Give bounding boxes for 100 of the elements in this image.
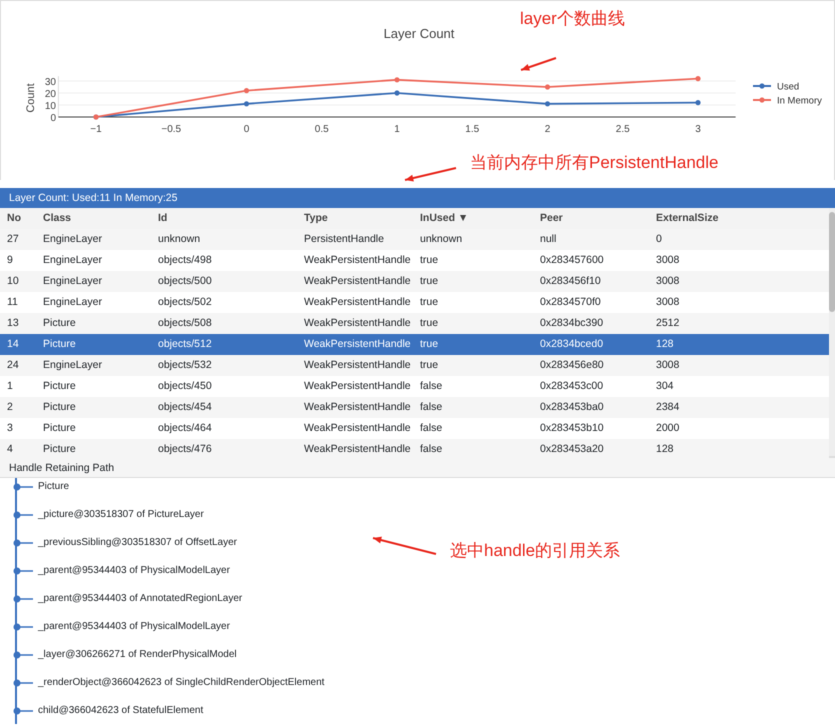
table-row[interactable]: 3 Picture objects/464 WeakPersistentHandle false 0x283453b10 2000	[0, 418, 829, 439]
table-cell-text: Picture	[43, 420, 77, 436]
table-cell-text: WeakPersistentHandle	[304, 442, 412, 457]
table-cell-text: EngineLayer	[43, 232, 103, 247]
column-header[interactable]: Id	[158, 210, 304, 226]
table-cell-text: WeakPersistentHandle	[304, 358, 412, 373]
table-row[interactable]: 9 EngineLayer objects/498 WeakPersistentHandle true 0x283457600 3008	[0, 250, 829, 271]
table-cell-text: 2	[7, 400, 14, 415]
table-cell-text: unknown	[420, 232, 464, 247]
table-cell-text: 0x283453c00	[540, 378, 604, 394]
table-cell-text: objects/502	[158, 294, 213, 310]
path-item[interactable]: _parent@95344403 of AnnotatedRegionLayer	[38, 593, 242, 604]
path-item[interactable]: _parent@95344403 of PhysicalModelLayer	[38, 621, 230, 632]
path-item[interactable]: child@366042623 of StatefulElement	[38, 705, 204, 716]
table-cell-text: 14	[7, 336, 20, 352]
annotation-text: 选中handle的引用关系	[450, 540, 620, 562]
table-cell-text: objects/464	[158, 420, 213, 436]
table-cell-text: 128	[656, 442, 675, 457]
scrollbar[interactable]	[829, 208, 835, 456]
y-tick-label: 0	[50, 113, 56, 124]
table-cell-text: 2000	[656, 420, 680, 436]
path-item[interactable]: _layer@306266271 of RenderPhysicalModel	[38, 649, 237, 660]
table-row[interactable]: 4 Picture objects/476 WeakPersistentHandle false 0x283453a20 128	[0, 439, 829, 460]
table-cell-text: 0x283456e80	[540, 358, 605, 373]
data-point	[695, 76, 701, 82]
table-cell-text: 3008	[656, 294, 680, 310]
table-cell-text: false	[420, 378, 444, 394]
table-cell-text: Picture	[43, 442, 77, 457]
table-cell-text: 3008	[656, 358, 680, 373]
table-cell-text: 0x2834bc390	[540, 316, 604, 331]
table-cell-text: false	[420, 420, 444, 436]
table-cell-text: 0x283453ba0	[540, 400, 605, 415]
data-point	[544, 84, 550, 90]
column-header[interactable]: Class	[43, 210, 158, 226]
table-cell-text: 13	[7, 316, 20, 331]
table-row[interactable]: 1 Picture objects/450 WeakPersistentHandle false 0x283453c00 304	[0, 376, 829, 397]
table-cell-text: objects/450	[158, 378, 213, 394]
table-cell-text: true	[420, 252, 440, 268]
table-cell-text: objects/512	[158, 336, 213, 352]
table-cell-text: WeakPersistentHandle	[304, 252, 412, 268]
table-cell-text: null	[540, 232, 558, 247]
table-row[interactable]: 13 Picture objects/508 WeakPersistentHandle true 0x2834bc390 2512	[0, 313, 829, 334]
table-row[interactable]: 11 EngineLayer objects/502 WeakPersistentHandle true 0x2834570f0 3008	[0, 292, 829, 313]
x-tick-label: 0.5	[314, 124, 329, 135]
table-row[interactable]: 2 Picture objects/454 WeakPersistentHandle false 0x283453ba0 2384	[0, 397, 829, 418]
legend-marker	[753, 83, 771, 89]
table-cell-text: 9	[7, 252, 14, 268]
table-cell-text: objects/476	[158, 442, 213, 457]
y-axis	[58, 76, 59, 118]
table-cell-text: objects/508	[158, 316, 213, 331]
table-cell-text: 0x283456f10	[540, 274, 602, 289]
y-tick-label: 10	[44, 101, 56, 112]
table-cell-text: 0x283453b10	[540, 420, 605, 436]
column-header[interactable]: InUsed ▼	[420, 210, 540, 226]
annotation-text: 当前内存中所有PersistentHandle	[470, 152, 718, 174]
data-point	[244, 101, 250, 106]
x-tick-label: 3	[695, 124, 701, 135]
table-cell-text: WeakPersistentHandle	[304, 316, 412, 331]
table-cell-text: Picture	[43, 316, 77, 331]
table-cell-text: EngineLayer	[43, 294, 103, 310]
table-cell-text: 0x283453a20	[540, 442, 605, 457]
table-cell-text: EngineLayer	[43, 252, 103, 268]
x-tick-label: −0.5	[161, 124, 182, 135]
table-cell-text: 304	[656, 378, 675, 394]
table-row[interactable]: 10 EngineLayer objects/500 WeakPersistentHandle true 0x283456f10 3008	[0, 271, 829, 292]
column-header[interactable]: No	[7, 210, 43, 226]
y-tick-label: 20	[44, 89, 56, 100]
table-cell-text: 10	[7, 274, 20, 289]
path-item[interactable]: _renderObject@366042623 of SingleChildRenderObjectElement	[38, 677, 324, 688]
table-cell-text: 11	[7, 294, 19, 310]
column-header[interactable]: Peer	[540, 210, 656, 226]
path-item[interactable]: _previousSibling@303518307 of OffsetLayer	[38, 537, 237, 548]
legend-label: Used	[777, 82, 800, 92]
x-tick-label: 1	[394, 124, 400, 135]
table-cell-text: Picture	[43, 378, 77, 394]
x-tick-label: 2.5	[616, 124, 630, 135]
x-tick-label: 2	[544, 124, 550, 135]
table-cell-text: 0x2834bced0	[540, 336, 604, 352]
path-item[interactable]: _parent@95344403 of PhysicalModelLayer	[38, 565, 230, 576]
table-row[interactable]: 14 Picture objects/512 WeakPersistentHandle true 0x2834bced0 128	[0, 334, 829, 355]
y-tick-label: 30	[44, 77, 56, 88]
table-cell-text: 27	[7, 232, 20, 247]
table-cell-text: 2512	[656, 316, 680, 331]
table-row[interactable]: 24 EngineLayer objects/532 WeakPersistentHandle true 0x283456e80 3008	[0, 355, 829, 376]
table-cell-text: 128	[656, 336, 675, 352]
path-item[interactable]: _picture@303518307 of PictureLayer	[38, 509, 204, 520]
column-header[interactable]: ExternalSize	[656, 210, 829, 226]
table-cell-text: objects/498	[158, 252, 213, 268]
annotation-text: layer个数曲线	[520, 8, 625, 30]
column-header[interactable]: Type	[304, 210, 420, 226]
table-cell-text: true	[420, 316, 440, 331]
table-cell-text: true	[420, 294, 440, 310]
y-axis-label: Count	[25, 83, 37, 113]
data-point	[244, 88, 250, 94]
x-tick-label: 1.5	[465, 124, 480, 135]
panel-title: Handle Retaining Path	[0, 458, 835, 478]
table-row[interactable]: 27 EngineLayer unknown PersistentHandle unknown null 0	[0, 229, 829, 250]
path-item[interactable]: Picture	[38, 481, 70, 492]
data-point	[695, 100, 701, 106]
table-cell-text: PersistentHandle	[304, 232, 385, 247]
